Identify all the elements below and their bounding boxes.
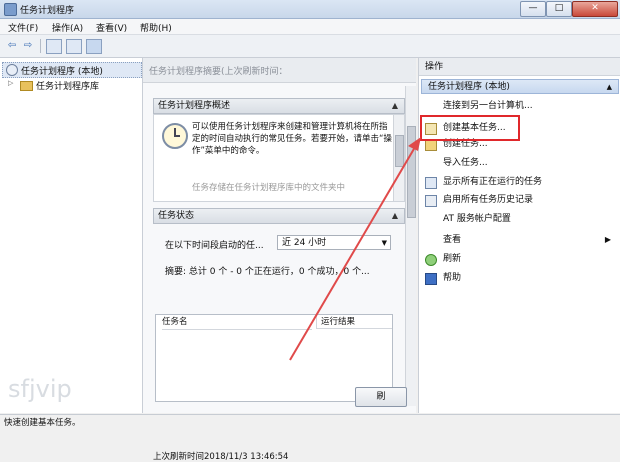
status-bar: 快速创建基本任务。 <box>0 414 620 431</box>
arrow-head <box>408 137 421 151</box>
watermark: sfjvip <box>8 375 72 403</box>
arrow-line <box>289 141 419 361</box>
annotation-arrow <box>289 137 421 361</box>
last-refresh-text: 上次刷新时间2018/11/3 13:46:54 <box>153 452 289 462</box>
